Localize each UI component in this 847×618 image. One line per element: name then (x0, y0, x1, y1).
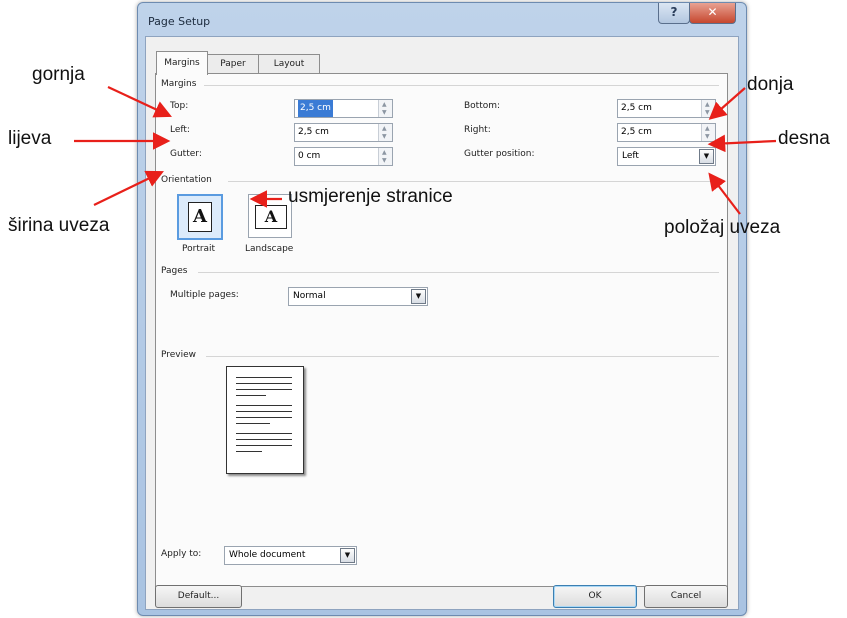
arrow-desna (707, 134, 777, 153)
arrow-gornja (107, 86, 172, 118)
arrow-polozaj-uveza (708, 172, 741, 215)
tab-margins[interactable]: Margins (156, 51, 208, 75)
annotation-arrows (74, 86, 777, 215)
arrow-donja (708, 87, 746, 120)
arrow-sirina-uveza (93, 170, 164, 206)
